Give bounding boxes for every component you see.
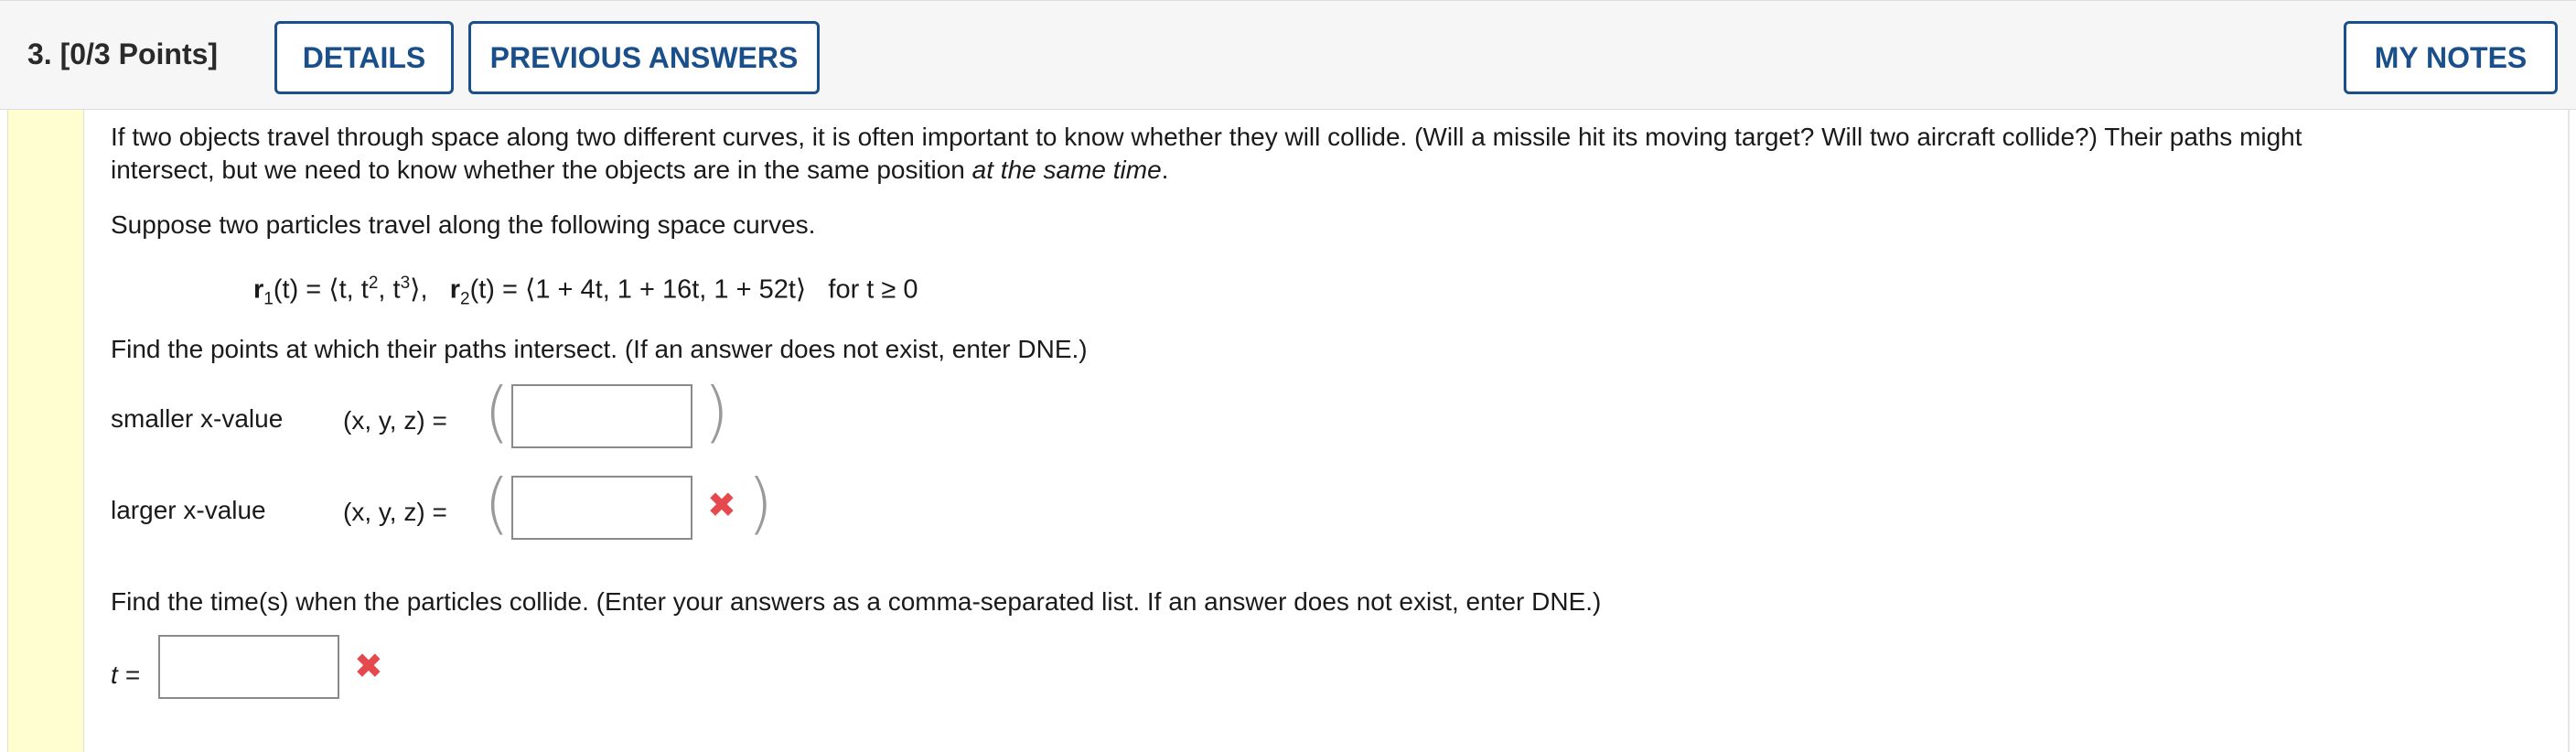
intro-text-end: . — [1161, 156, 1169, 184]
domain-condition: for t ≥ 0 — [828, 274, 918, 305]
r1-subscript: 1 — [263, 289, 274, 309]
time-input[interactable] — [158, 635, 339, 699]
question-title: 3. [0/3 Points] — [27, 38, 218, 71]
intro-text-line-1: If two objects travel through space alon… — [111, 123, 2302, 151]
points-score: [0/3 Points] — [59, 38, 219, 70]
r1-expression-c: ⟩, — [410, 274, 428, 305]
r1-exponent-2: 2 — [368, 274, 379, 293]
my-notes-button[interactable]: MY NOTES — [2344, 21, 2558, 94]
r1-symbol: r — [253, 274, 264, 305]
time-incorrect-x-mark-icon: ✖ — [354, 646, 383, 686]
r2-subscript: 2 — [460, 289, 470, 309]
find-times-prompt: Find the time(s) when the particles coll… — [111, 587, 1602, 616]
larger-point-input[interactable] — [511, 476, 692, 540]
intro-text-line-2: intersect, but we need to know whether t… — [111, 154, 1168, 187]
r1-expression-b: , t — [378, 274, 401, 305]
smaller-open-paren: ( — [484, 373, 510, 450]
smaller-x-label: smaller x-value — [111, 404, 284, 433]
details-button[interactable]: DETAILS — [274, 21, 454, 94]
r2-expression: (t) = ⟨1 + 4t, 1 + 16t, 1 + 52t⟩ — [469, 274, 807, 305]
intro-text-italic: at the same time — [971, 156, 1162, 184]
t-label-text: t = — [111, 661, 140, 689]
question-number: 3. — [27, 38, 52, 70]
suppose-text: Suppose two particles travel along the f… — [111, 210, 816, 239]
space-curves-formula: r1(t) = ⟨t, t2, t3⟩, r2(t) = ⟨1 + 4t, 1 … — [253, 267, 918, 316]
find-points-prompt: Find the points at which their paths int… — [111, 335, 1088, 363]
larger-xyz-equals: (x, y, z) = — [343, 498, 447, 526]
smaller-xyz-equals: (x, y, z) = — [343, 406, 447, 435]
right-border — [2568, 110, 2570, 752]
left-margin-bar — [7, 110, 84, 752]
larger-x-label: larger x-value — [111, 496, 266, 524]
question-header: 3. [0/3 Points] DETAILS PREVIOUS ANSWERS… — [0, 0, 2576, 110]
smaller-close-paren: ) — [703, 373, 730, 450]
larger-open-paren: ( — [484, 465, 510, 542]
larger-close-paren: ) — [747, 465, 774, 542]
larger-incorrect-x-mark-icon: ✖ — [707, 485, 736, 525]
r2-symbol: r — [449, 274, 461, 305]
smaller-point-input[interactable] — [511, 384, 692, 448]
t-label: t = — [111, 659, 140, 692]
r1-exponent-3: 3 — [400, 274, 411, 293]
r1-expression-a: (t) = ⟨t, t — [273, 274, 369, 305]
intro-text-plain: intersect, but we need to know whether t… — [111, 156, 972, 184]
previous-answers-button[interactable]: PREVIOUS ANSWERS — [468, 21, 820, 94]
